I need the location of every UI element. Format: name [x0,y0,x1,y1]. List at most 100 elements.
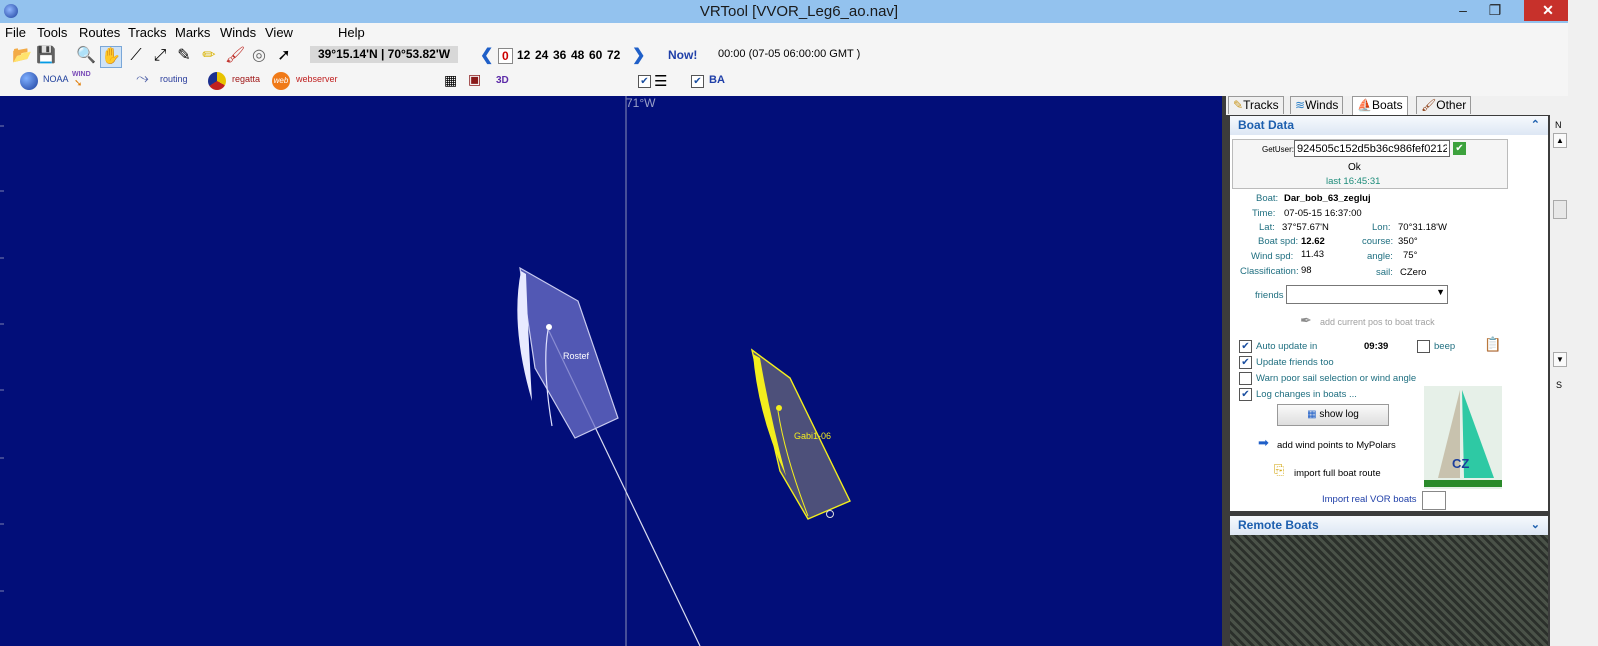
time-value: 07-05-15 16:37:00 [1284,208,1362,219]
import-route-icon: ⎘ [1274,462,1285,477]
close-button[interactable]: ✕ [1524,0,1572,21]
sail-label: sail: [1376,267,1393,278]
routing-link[interactable]: routing [160,74,188,84]
show-log-button[interactable]: ▦ show log [1277,404,1389,426]
menu-view[interactable]: View [265,25,293,40]
menu-file[interactable]: File [5,25,26,40]
hour-36-button[interactable]: 36 [553,48,566,62]
scroll-thumb[interactable] [1553,200,1567,219]
hour-72-button[interactable]: 72 [607,48,620,62]
prev-time-arrow-icon[interactable]: ❮ [480,45,493,65]
route-tool-icon[interactable]: ⤢ [150,46,170,66]
view-3d-button[interactable]: 3D [496,75,509,86]
menu-help[interactable]: Help [338,25,365,40]
import-vor-checkbox[interactable] [1422,491,1446,510]
beep-label: beep [1434,341,1456,352]
update-friends-checkbox[interactable]: ✔ [1239,356,1252,369]
map-canvas: Rostef Gabi1-06 [0,96,851,646]
import-route-button[interactable]: import full boat route [1294,468,1381,479]
course-label: course: [1362,236,1394,247]
import-vor-label: Import real VOR boats [1322,494,1417,505]
collapse-up-icon[interactable]: ⌃ [1531,116,1540,135]
warn-poor-label: Warn poor sail selection or wind angle [1256,373,1417,384]
now-button[interactable]: Now! [668,48,697,62]
web-logo-icon[interactable]: web [272,72,290,90]
boat-label-gabi: Gabi1-06 [794,431,831,441]
boat-value: Dar_bob_63_zegluj [1284,193,1371,204]
boatspd-value: 12.62 [1301,236,1325,247]
remote-boats-panel [1230,535,1548,646]
tab-other[interactable]: 🖌Other [1416,96,1472,114]
measure-icon[interactable]: ⟋ [126,46,146,66]
boat-data-header[interactable]: Boat Data ⌃ [1230,116,1548,135]
brush-icon[interactable]: 🖌 [225,46,245,66]
feather-icon: ✒ [1300,312,1312,328]
add-current-pos-button[interactable]: add current pos to boat track [1320,317,1435,327]
hour-60-button[interactable]: 60 [589,48,602,62]
add-wind-button[interactable]: add wind points to MyPolars [1277,440,1396,451]
boat-label-rostef: Rostef [563,351,590,361]
friends-label: friends [1255,290,1284,301]
add-wind-arrow-icon: ➡ [1258,435,1269,450]
pen-icon: ✎ [1233,98,1244,112]
menu-routes[interactable]: Routes [79,25,120,40]
pointer-icon[interactable]: ➚ [274,46,294,66]
hour-48-button[interactable]: 48 [571,48,584,62]
maximize-button[interactable]: ❐ [1480,0,1510,21]
tab-boats[interactable]: ⛵Boats [1352,96,1408,115]
friends-dropdown[interactable]: ▼ [1286,285,1448,304]
warn-poor-checkbox[interactable] [1239,372,1252,385]
regatta-icon[interactable] [208,72,226,90]
remote-boats-header[interactable]: Remote Boats ⌄ [1230,516,1548,535]
tab-tracks[interactable]: ✎Tracks [1228,96,1284,114]
pan-hand-icon[interactable]: ✋ [100,46,122,68]
zoom-icon[interactable]: 🔍 [76,46,96,66]
webserver-link[interactable]: webserver [296,74,338,84]
open-folder-icon[interactable]: 📂 [12,46,32,66]
auto-update-checkbox[interactable]: ✔ [1239,340,1252,353]
classification-label: Classification: [1240,266,1299,277]
layers-icon: ☰ [654,73,668,90]
layers-checkbox[interactable]: ✔ [638,75,651,88]
update-friends-label: Update friends too [1256,357,1334,368]
scroll-down-arrow-icon[interactable]: ▼ [1553,352,1567,367]
hour-0-button[interactable]: 0 [498,48,513,64]
zoom-scrollbar[interactable] [1550,96,1568,646]
noaa-link[interactable]: NOAA [43,74,69,84]
chart-map[interactable]: Rostef Gabi1-06 [0,96,1222,646]
tab-winds[interactable]: ≋Winds [1290,96,1344,114]
getuser-input[interactable] [1294,140,1450,157]
noaa-globe-icon[interactable] [20,72,38,90]
expand-down-icon[interactable]: ⌄ [1531,516,1540,535]
north-label: N [1555,120,1562,130]
calculator-icon[interactable]: ▦ [444,72,457,89]
menu-tracks[interactable]: Tracks [128,25,167,40]
menu-tools[interactable]: Tools [37,25,67,40]
minimize-button[interactable]: – [1448,0,1478,21]
log-changes-label: Log changes in boats ... [1256,389,1357,400]
target-icon[interactable]: ◎ [249,46,269,66]
ba-checkbox[interactable]: ✔ [691,75,704,88]
clipboard-icon[interactable]: 📋 [1484,336,1501,353]
sail-image: CZ [1424,386,1502,489]
checkmark-icon[interactable]: ✔ [1453,142,1466,155]
menu-marks[interactable]: Marks [175,25,210,40]
scroll-up-arrow-icon[interactable]: ▲ [1553,133,1567,148]
menu-winds[interactable]: Winds [220,25,256,40]
lon-label: Lon: [1372,222,1391,233]
save-icon[interactable]: 💾 [36,46,56,66]
sd-card-icon[interactable]: ▣ [468,71,481,88]
wind-logo-icon[interactable]: WIND [72,71,91,78]
panel-tabs: ✎Tracks ≋Winds ⛵Boats 🖌Other [1226,96,1550,115]
log-changes-checkbox[interactable]: ✔ [1239,388,1252,401]
lon-value: 70°31.18'W [1398,222,1447,233]
brush-icon: 🖌 [1421,98,1437,112]
next-time-arrow-icon[interactable]: ❯ [632,45,645,65]
beep-checkbox[interactable] [1417,340,1430,353]
highlighter-icon[interactable]: ✏ [199,46,219,66]
hour-24-button[interactable]: 24 [535,48,548,62]
routing-icon[interactable]: ⤳ [136,70,149,88]
hour-12-button[interactable]: 12 [517,48,530,62]
regatta-link[interactable]: regatta [232,74,260,84]
pencil-icon[interactable]: ✎ [174,46,194,66]
